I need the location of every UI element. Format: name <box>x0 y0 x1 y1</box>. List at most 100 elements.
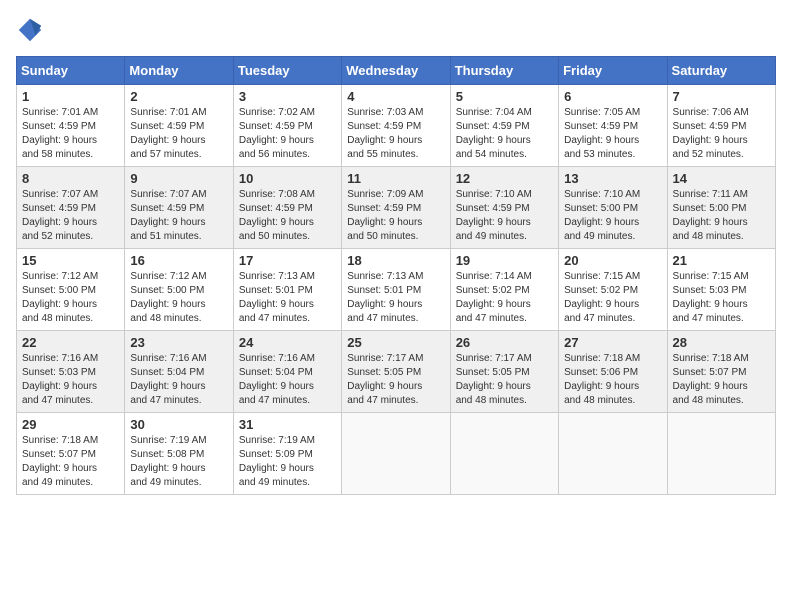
day-number: 7 <box>673 89 770 104</box>
calendar-cell: 5 Sunrise: 7:04 AMSunset: 4:59 PMDaylight… <box>450 85 558 167</box>
weekday-header-saturday: Saturday <box>667 57 775 85</box>
day-info: Sunrise: 7:10 AMSunset: 4:59 PMDaylight:… <box>456 188 553 244</box>
day-number: 29 <box>22 417 119 432</box>
calendar-cell: 23 Sunrise: 7:16 AMSunset: 5:04 PMDayligh… <box>125 331 233 413</box>
calendar-cell: 16 Sunrise: 7:12 AMSunset: 5:00 PMDayligh… <box>125 249 233 331</box>
day-info: Sunrise: 7:13 AMSunset: 5:01 PMDaylight:… <box>239 270 336 326</box>
logo <box>16 16 48 44</box>
weekday-header-monday: Monday <box>125 57 233 85</box>
day-number: 18 <box>347 253 444 268</box>
calendar-cell: 15 Sunrise: 7:12 AMSunset: 5:00 PMDayligh… <box>17 249 125 331</box>
day-number: 31 <box>239 417 336 432</box>
day-number: 23 <box>130 335 227 350</box>
day-info: Sunrise: 7:07 AMSunset: 4:59 PMDaylight:… <box>22 188 119 244</box>
day-number: 21 <box>673 253 770 268</box>
day-info: Sunrise: 7:12 AMSunset: 5:00 PMDaylight:… <box>22 270 119 326</box>
calendar-cell: 8 Sunrise: 7:07 AMSunset: 4:59 PMDaylight… <box>17 167 125 249</box>
day-number: 12 <box>456 171 553 186</box>
weekday-header-thursday: Thursday <box>450 57 558 85</box>
calendar-cell: 20 Sunrise: 7:15 AMSunset: 5:02 PMDayligh… <box>559 249 667 331</box>
calendar-cell <box>450 413 558 495</box>
day-info: Sunrise: 7:19 AMSunset: 5:08 PMDaylight:… <box>130 434 227 490</box>
calendar-body: 1Sunrise: 7:01 AMSunset: 4:59 PMDaylight… <box>17 85 776 495</box>
calendar-cell: 21 Sunrise: 7:15 AMSunset: 5:03 PMDayligh… <box>667 249 775 331</box>
day-info: Sunrise: 7:18 AMSunset: 5:07 PMDaylight:… <box>22 434 119 490</box>
day-info: Sunrise: 7:17 AMSunset: 5:05 PMDaylight:… <box>347 352 444 408</box>
day-info: Sunrise: 7:17 AMSunset: 5:05 PMDaylight:… <box>456 352 553 408</box>
calendar-cell: 27 Sunrise: 7:18 AMSunset: 5:06 PMDayligh… <box>559 331 667 413</box>
day-info: Sunrise: 7:15 AMSunset: 5:03 PMDaylight:… <box>673 270 770 326</box>
day-info: Sunrise: 7:13 AMSunset: 5:01 PMDaylight:… <box>347 270 444 326</box>
calendar-cell: 19 Sunrise: 7:14 AMSunset: 5:02 PMDayligh… <box>450 249 558 331</box>
day-info: Sunrise: 7:08 AMSunset: 4:59 PMDaylight:… <box>239 188 336 244</box>
day-number: 17 <box>239 253 336 268</box>
day-number: 25 <box>347 335 444 350</box>
day-info: Sunrise: 7:09 AMSunset: 4:59 PMDaylight:… <box>347 188 444 244</box>
calendar-cell: 28Sunrise: 7:18 AMSunset: 5:07 PMDayligh… <box>667 331 775 413</box>
day-info: Sunrise: 7:16 AMSunset: 5:04 PMDaylight:… <box>239 352 336 408</box>
day-number: 2 <box>130 89 227 104</box>
calendar-cell: 1Sunrise: 7:01 AMSunset: 4:59 PMDaylight… <box>17 85 125 167</box>
calendar-cell: 7 Sunrise: 7:06 AMSunset: 4:59 PMDaylight… <box>667 85 775 167</box>
day-number: 24 <box>239 335 336 350</box>
day-info: Sunrise: 7:16 AMSunset: 5:03 PMDaylight:… <box>22 352 119 408</box>
day-info: Sunrise: 7:01 AMSunset: 4:59 PMDaylight:… <box>22 106 119 162</box>
calendar-cell: 30 Sunrise: 7:19 AMSunset: 5:08 PMDayligh… <box>125 413 233 495</box>
day-info: Sunrise: 7:12 AMSunset: 5:00 PMDaylight:… <box>130 270 227 326</box>
calendar-cell: 22 Sunrise: 7:16 AMSunset: 5:03 PMDayligh… <box>17 331 125 413</box>
day-info: Sunrise: 7:11 AMSunset: 5:00 PMDaylight:… <box>673 188 770 244</box>
day-number: 15 <box>22 253 119 268</box>
logo-icon <box>16 16 44 44</box>
day-number: 26 <box>456 335 553 350</box>
weekday-header-friday: Friday <box>559 57 667 85</box>
calendar-cell: 12 Sunrise: 7:10 AMSunset: 4:59 PMDayligh… <box>450 167 558 249</box>
day-number: 13 <box>564 171 661 186</box>
calendar-week-4: 22 Sunrise: 7:16 AMSunset: 5:03 PMDayligh… <box>17 331 776 413</box>
weekday-header-wednesday: Wednesday <box>342 57 450 85</box>
calendar-cell: 24 Sunrise: 7:16 AMSunset: 5:04 PMDayligh… <box>233 331 341 413</box>
calendar-header: SundayMondayTuesdayWednesdayThursdayFrid… <box>17 57 776 85</box>
day-number: 9 <box>130 171 227 186</box>
day-number: 19 <box>456 253 553 268</box>
calendar-cell: 18 Sunrise: 7:13 AMSunset: 5:01 PMDayligh… <box>342 249 450 331</box>
day-number: 30 <box>130 417 227 432</box>
day-number: 4 <box>347 89 444 104</box>
calendar-cell: 2 Sunrise: 7:01 AMSunset: 4:59 PMDaylight… <box>125 85 233 167</box>
weekday-header-row: SundayMondayTuesdayWednesdayThursdayFrid… <box>17 57 776 85</box>
day-info: Sunrise: 7:02 AMSunset: 4:59 PMDaylight:… <box>239 106 336 162</box>
day-info: Sunrise: 7:18 AMSunset: 5:06 PMDaylight:… <box>564 352 661 408</box>
day-number: 11 <box>347 171 444 186</box>
calendar-week-3: 15 Sunrise: 7:12 AMSunset: 5:00 PMDayligh… <box>17 249 776 331</box>
weekday-header-tuesday: Tuesday <box>233 57 341 85</box>
calendar-cell: 11 Sunrise: 7:09 AMSunset: 4:59 PMDayligh… <box>342 167 450 249</box>
day-number: 16 <box>130 253 227 268</box>
calendar-table: SundayMondayTuesdayWednesdayThursdayFrid… <box>16 56 776 495</box>
weekday-header-sunday: Sunday <box>17 57 125 85</box>
day-info: Sunrise: 7:10 AMSunset: 5:00 PMDaylight:… <box>564 188 661 244</box>
day-number: 27 <box>564 335 661 350</box>
day-number: 10 <box>239 171 336 186</box>
calendar-week-2: 8 Sunrise: 7:07 AMSunset: 4:59 PMDaylight… <box>17 167 776 249</box>
day-number: 8 <box>22 171 119 186</box>
day-info: Sunrise: 7:16 AMSunset: 5:04 PMDaylight:… <box>130 352 227 408</box>
calendar-cell: 29 Sunrise: 7:18 AMSunset: 5:07 PMDayligh… <box>17 413 125 495</box>
day-info: Sunrise: 7:14 AMSunset: 5:02 PMDaylight:… <box>456 270 553 326</box>
day-info: Sunrise: 7:01 AMSunset: 4:59 PMDaylight:… <box>130 106 227 162</box>
calendar-week-1: 1Sunrise: 7:01 AMSunset: 4:59 PMDaylight… <box>17 85 776 167</box>
calendar-cell: 14Sunrise: 7:11 AMSunset: 5:00 PMDayligh… <box>667 167 775 249</box>
calendar-cell <box>667 413 775 495</box>
day-number: 3 <box>239 89 336 104</box>
day-number: 5 <box>456 89 553 104</box>
calendar-cell: 3 Sunrise: 7:02 AMSunset: 4:59 PMDaylight… <box>233 85 341 167</box>
day-number: 20 <box>564 253 661 268</box>
calendar-cell <box>559 413 667 495</box>
day-info: Sunrise: 7:04 AMSunset: 4:59 PMDaylight:… <box>456 106 553 162</box>
calendar-cell: 10 Sunrise: 7:08 AMSunset: 4:59 PMDayligh… <box>233 167 341 249</box>
day-number: 22 <box>22 335 119 350</box>
day-info: Sunrise: 7:18 AMSunset: 5:07 PMDaylight:… <box>673 352 770 408</box>
day-info: Sunrise: 7:06 AMSunset: 4:59 PMDaylight:… <box>673 106 770 162</box>
calendar-cell: 17 Sunrise: 7:13 AMSunset: 5:01 PMDayligh… <box>233 249 341 331</box>
day-info: Sunrise: 7:07 AMSunset: 4:59 PMDaylight:… <box>130 188 227 244</box>
day-info: Sunrise: 7:15 AMSunset: 5:02 PMDaylight:… <box>564 270 661 326</box>
calendar-cell: 9 Sunrise: 7:07 AMSunset: 4:59 PMDaylight… <box>125 167 233 249</box>
